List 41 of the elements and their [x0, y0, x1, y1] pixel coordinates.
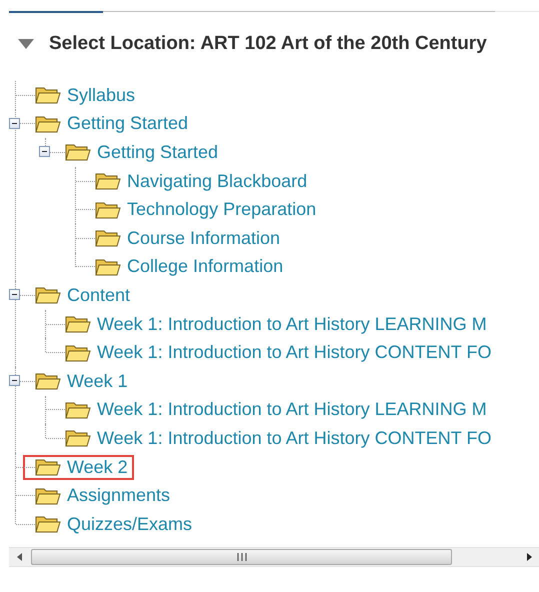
tree-item[interactable]: Assignments — [67, 485, 170, 506]
folder-icon — [35, 486, 61, 506]
tree-item[interactable]: Getting Started — [67, 113, 188, 134]
tree-item[interactable]: Course Information — [127, 228, 280, 249]
scroll-thumb[interactable] — [31, 548, 452, 564]
collapse-toggle[interactable] — [9, 289, 20, 300]
folder-icon — [35, 285, 61, 306]
folder-icon — [65, 428, 91, 448]
tree-item[interactable]: Content — [67, 284, 130, 306]
folder-icon — [95, 200, 121, 220]
tree-item[interactable]: Getting Started — [97, 142, 218, 163]
horizontal-scrollbar[interactable] — [9, 546, 539, 566]
header-title: Select Location: ART 102 Art of the 20th Century — [49, 33, 487, 55]
folder-icon — [65, 142, 91, 162]
tree-item[interactable]: Quizzes/Exams — [67, 514, 192, 535]
collapse-toggle[interactable] — [9, 118, 20, 129]
folder-icon — [35, 514, 61, 534]
collapse-toggle[interactable] — [39, 146, 50, 158]
folder-icon — [65, 400, 91, 420]
caret-icon[interactable] — [17, 38, 35, 50]
tree-item[interactable]: Week 1: Introduction to Art History CONTENT FO — [97, 428, 492, 449]
collapse-toggle[interactable] — [9, 374, 20, 386]
tree-item[interactable]: Technology Preparation — [127, 199, 316, 220]
tree-item[interactable]: Week 1: Introduction to Art History LEARNING M — [97, 399, 487, 420]
tree-item[interactable]: Syllabus — [67, 84, 136, 106]
folder-icon — [65, 314, 91, 334]
folder-icon — [35, 85, 61, 106]
folder-icon — [35, 371, 61, 392]
tree-item[interactable]: College Information — [127, 256, 284, 278]
folder-icon — [95, 228, 121, 248]
folder-icon — [35, 457, 61, 478]
tree-item[interactable]: Week 1 — [67, 370, 128, 392]
tree-item[interactable]: Week 2 — [67, 456, 128, 478]
tree-item[interactable]: Navigating Blackboard — [127, 170, 308, 192]
folder-icon — [35, 114, 61, 134]
grip-icon — [236, 552, 246, 560]
tree-item[interactable]: Week 1: Introduction to Art History LEARNING M — [97, 314, 487, 335]
folder-icon — [65, 342, 91, 363]
tree-item[interactable]: Week 1: Introduction to Art History CONTENT FO — [97, 342, 492, 364]
folder-icon — [95, 171, 121, 192]
folder-icon — [95, 256, 121, 277]
